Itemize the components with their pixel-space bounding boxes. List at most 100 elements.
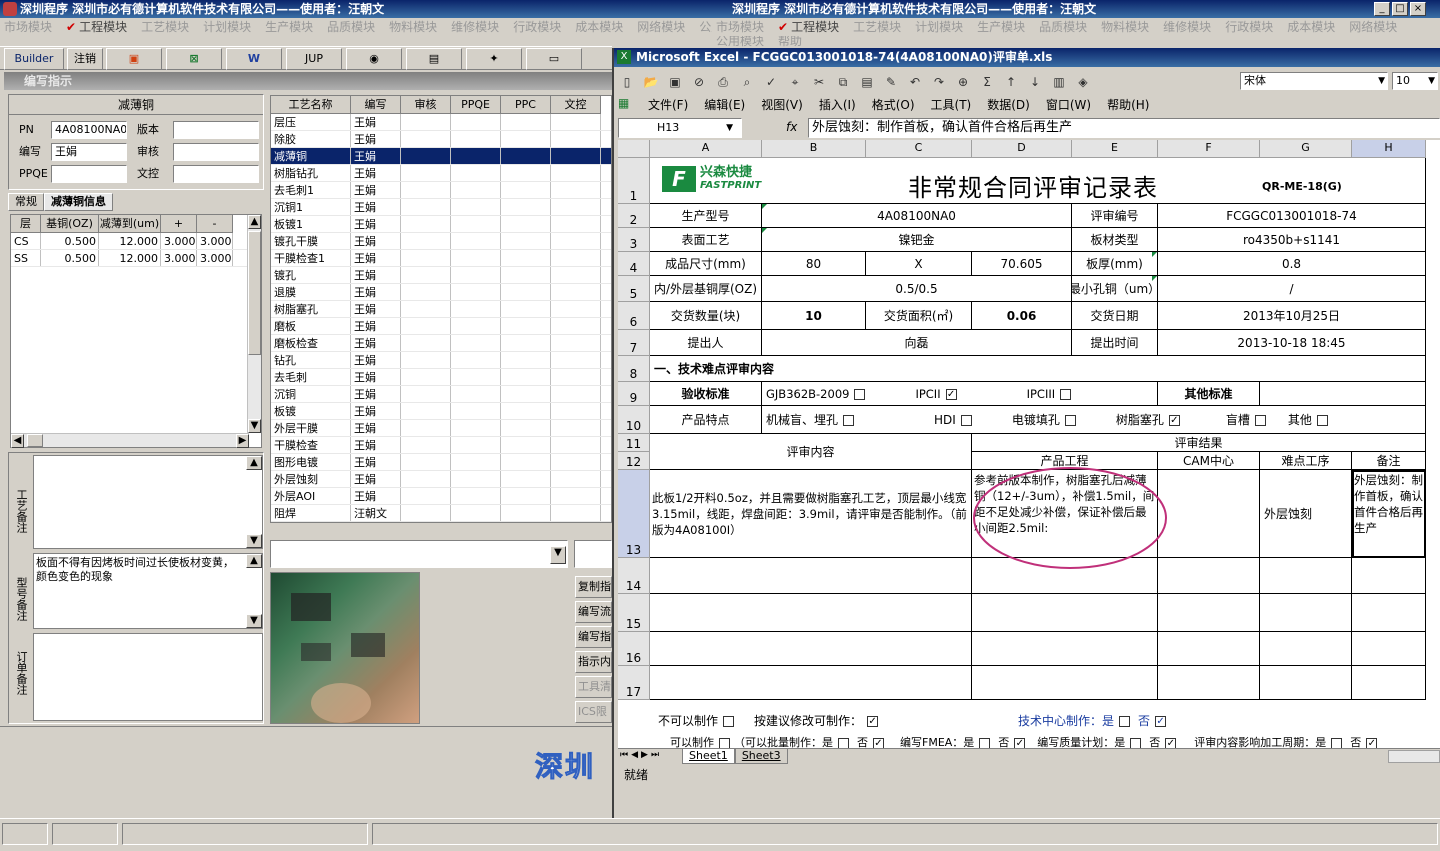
std-ipc3-checkbox[interactable]: [1060, 388, 1072, 400]
feat-hdi-option[interactable]: HDI: [934, 413, 972, 427]
formula-bar[interactable]: 外层蚀刻：制作首板，确认首件合格后再生产: [808, 118, 1440, 138]
column-header-A[interactable]: A: [650, 140, 762, 158]
std-gjb-option[interactable]: GJB362B-2009: [766, 387, 866, 401]
right-menu-item-4[interactable]: 生产模块: [977, 18, 1025, 36]
permission-icon[interactable]: ⊘: [690, 73, 708, 91]
database-icon[interactable]: ▤: [406, 48, 462, 70]
process-grid-row[interactable]: 图形电镀 王娟: [271, 454, 611, 471]
sheet-hscroll[interactable]: [1388, 750, 1440, 763]
row-header-9[interactable]: 9: [618, 382, 650, 406]
excel-menu-8[interactable]: 帮助(H): [1107, 96, 1149, 114]
process-grid-row[interactable]: 去毛刺 王娟: [271, 369, 611, 386]
empty-eng-15[interactable]: [972, 594, 1158, 632]
side-button-1[interactable]: 编写流: [575, 601, 612, 623]
process-grid-row[interactable]: 干膜检查 王娟: [271, 437, 611, 454]
monitor-icon[interactable]: ▭: [526, 48, 582, 70]
value-thickness[interactable]: 0.8: [1158, 252, 1426, 276]
feat-other-option[interactable]: 其他: [1288, 411, 1328, 428]
layer-grid-vscroll[interactable]: ▲ ▼: [247, 215, 261, 433]
right-menu-item-5[interactable]: 品质模块: [1039, 18, 1087, 36]
name-box[interactable]: H13 ▼: [618, 118, 742, 138]
process-grid-row[interactable]: 外层蚀刻 王娟: [271, 471, 611, 488]
sheet-nav-icons[interactable]: ⏮◀▶⏭: [620, 750, 662, 760]
layer-grid-row[interactable]: CS 0.500 12.000 3.000 3.000: [11, 233, 261, 250]
fx-icon[interactable]: fx: [786, 120, 797, 134]
tech-center-yes-checkbox[interactable]: [1119, 716, 1131, 727]
label-quantity[interactable]: 交货数量(块): [650, 302, 762, 330]
empty-content-17[interactable]: [650, 666, 972, 700]
std-ipc2-option[interactable]: IPCII ✓: [915, 387, 957, 401]
label-submit-time[interactable]: 提出时间: [1072, 330, 1158, 356]
empty-cam-17[interactable]: [1158, 666, 1260, 700]
feature-options[interactable]: 机械盲、埋孔 HDI 电镀填孔 树脂塞孔 ✓ 盲槽 其他: [762, 406, 1426, 434]
process-grid-row[interactable]: 磨板检查 王娟: [271, 335, 611, 352]
bottom2-opt-6-checkbox[interactable]: ✓: [1165, 737, 1177, 748]
value-review-no[interactable]: FCGGC013001018-74: [1158, 204, 1426, 228]
value-base-copper[interactable]: 0.5/0.5: [762, 276, 1072, 302]
side-button-4[interactable]: 工具清: [575, 676, 612, 698]
feat-hdi-checkbox[interactable]: [960, 414, 972, 426]
right-menu2-item-0[interactable]: 公用模块: [716, 36, 764, 47]
side-button-2[interactable]: 编写指: [575, 626, 612, 648]
empty-note-14[interactable]: [1352, 558, 1426, 594]
empty-cam-14[interactable]: [1158, 558, 1260, 594]
label-thickness[interactable]: 板厚(mm): [1072, 252, 1158, 276]
bottom2-opt-4[interactable]: 否 ✓: [998, 736, 1026, 748]
row-header-2[interactable]: 2: [618, 204, 650, 228]
tech-center-yes[interactable]: 技术中心制作：是: [1018, 714, 1131, 728]
left-menu-item-7[interactable]: 维修模块: [451, 18, 499, 36]
feat-fill-checkbox[interactable]: [1064, 415, 1076, 426]
review-content-text[interactable]: 此板1/2开料0.5oz，并且需要做树脂塞孔工艺，顶层最小线宽3.15mil，线…: [650, 470, 972, 558]
row-header-12[interactable]: 12: [618, 452, 650, 470]
acceptance-options[interactable]: GJB362B-2009 IPCII ✓ IPCIII: [762, 382, 1158, 406]
worksheet[interactable]: A B C D E F G H 1 2 3 4 5 6 7 8 9 10 11 12 13 14 15 16 17 F 兴森快捷 FA…: [618, 140, 1440, 748]
section-title[interactable]: 一、技术难点评审内容: [650, 356, 1426, 382]
label-delivery-date[interactable]: 交货日期: [1072, 302, 1158, 330]
model-note-field[interactable]: 板面不得有因烤板时间过长使板材变黄，颜色变色的现象 ▲ ▼: [33, 553, 263, 629]
pn-field[interactable]: 4A08100NA0: [51, 121, 127, 139]
empty-cam-16[interactable]: [1158, 632, 1260, 666]
sheet-tab-0[interactable]: Sheet1: [682, 749, 735, 764]
bottom2-opt-5-checkbox[interactable]: [1130, 737, 1142, 748]
row-header-7[interactable]: 7: [618, 330, 650, 356]
right-menu-item-2[interactable]: 工艺模块: [853, 18, 901, 36]
empty-note-17[interactable]: [1352, 666, 1426, 700]
bottom2-opt-7-checkbox[interactable]: [1331, 737, 1343, 748]
process-grid-row[interactable]: 镀孔干膜 王娟: [271, 233, 611, 250]
bottom2-opt-7[interactable]: 评审内容影响加工周期：是: [1194, 736, 1343, 748]
process-grid-row[interactable]: 板镀1 王娟: [271, 216, 611, 233]
process-grid-header[interactable]: 文控: [551, 96, 601, 114]
label-cam[interactable]: CAM中心: [1158, 452, 1260, 470]
process-combo[interactable]: ▼: [270, 540, 568, 568]
label-review-no[interactable]: 评审编号: [1072, 204, 1158, 228]
process-grid-row[interactable]: 外层干膜 王娟: [271, 420, 611, 437]
process-grid-row[interactable]: 沉铜 王娟: [271, 386, 611, 403]
bottom2-opt-5[interactable]: 编写质量计划：是: [1037, 736, 1142, 748]
label-min-hole-copper[interactable]: 最小孔铜（um）: [1072, 276, 1158, 302]
sheet-tab-1[interactable]: Sheet3: [734, 749, 788, 764]
value-min-hole-copper[interactable]: /: [1158, 276, 1426, 302]
process-grid-row[interactable]: 去毛刺1 王娟: [271, 182, 611, 199]
modify-make-checkbox[interactable]: ✓: [867, 716, 879, 727]
layer-grid-row[interactable]: SS 0.500 12.000 3.000 3.000: [11, 250, 261, 267]
empty-eng-17[interactable]: [972, 666, 1158, 700]
excel-icon[interactable]: ⊠: [166, 48, 222, 70]
row-header-16[interactable]: 16: [618, 632, 650, 666]
column-header-F[interactable]: F: [1158, 140, 1260, 158]
empty-eng-14[interactable]: [972, 558, 1158, 594]
open-icon[interactable]: 📂: [642, 73, 660, 91]
doc-control-field[interactable]: [173, 165, 259, 183]
empty-eng-16[interactable]: [972, 632, 1158, 666]
row-header-10[interactable]: 10: [618, 406, 650, 434]
right-menu-item-3[interactable]: 计划模块: [915, 18, 963, 36]
row-header-14[interactable]: 14: [618, 558, 650, 594]
process-grid-row[interactable]: 沉铜1 王娟: [271, 199, 611, 216]
excel-menu-3[interactable]: 插入(I): [819, 96, 856, 114]
row-header-8[interactable]: 8: [618, 356, 650, 382]
tech-center-no-checkbox[interactable]: ✓: [1155, 716, 1167, 727]
excel-menu-4[interactable]: 格式(O): [872, 96, 915, 114]
value-submit-time[interactable]: 2013-10-18 18:45: [1158, 330, 1426, 356]
cut-icon[interactable]: ✂: [810, 73, 828, 91]
spelling-icon[interactable]: ✓: [762, 73, 780, 91]
side-button-0[interactable]: 复制指: [575, 576, 612, 598]
